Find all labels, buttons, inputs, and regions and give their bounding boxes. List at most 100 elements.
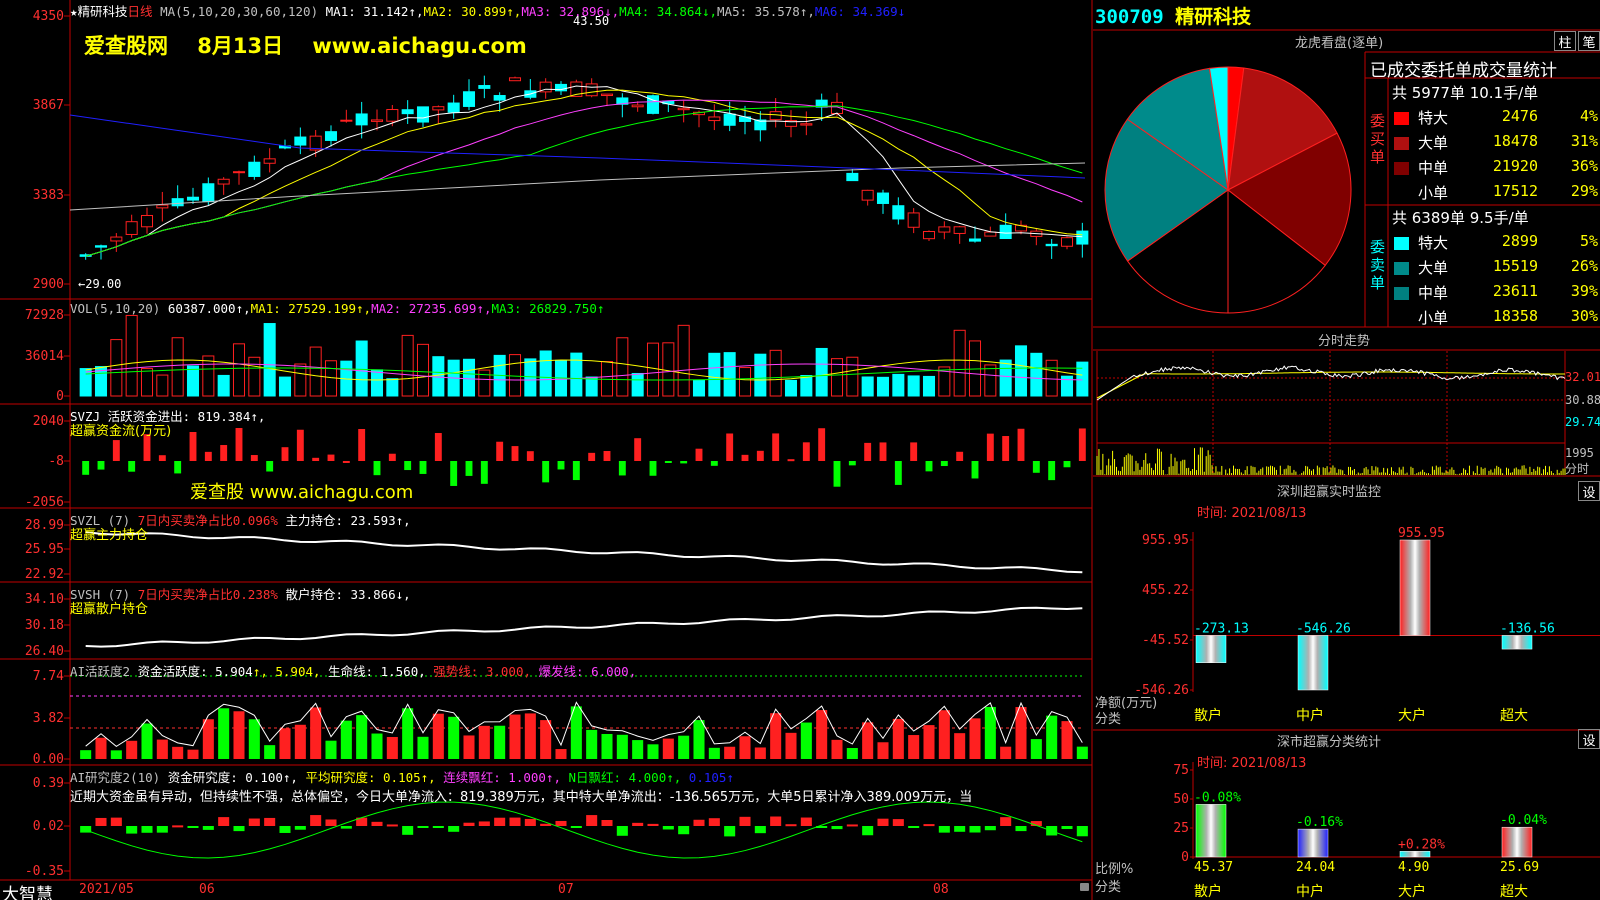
activity-bar	[954, 733, 966, 759]
lock-icon[interactable]	[1080, 883, 1089, 891]
research-bar	[494, 817, 506, 826]
candle-body	[324, 131, 338, 141]
monitor-category: 大户	[1398, 707, 1426, 724]
research-bar	[110, 817, 122, 826]
activity-bar	[831, 739, 843, 759]
activity-bar	[1061, 721, 1073, 759]
volume-bar	[1014, 345, 1028, 397]
volume-bar	[539, 350, 552, 397]
volume-bar	[1030, 352, 1043, 397]
research-bar	[156, 826, 168, 833]
lhb-row: 中单 23611 39%	[1392, 282, 1600, 304]
activity-bar	[846, 748, 858, 759]
fund-flow-bar	[710, 461, 718, 466]
candle-body	[1045, 243, 1058, 247]
volume-bar	[677, 324, 690, 397]
volume-bar	[370, 369, 384, 397]
ai2-comment: 近期大资金虽有异动，但持续性不强，总体偏空，今日大单净流入：819.389万元，…	[70, 790, 973, 805]
monitor-category: 中户	[1296, 707, 1324, 724]
activity-bar	[218, 708, 230, 759]
research-bar	[862, 826, 874, 836]
fund-flow-bar	[971, 461, 979, 479]
volume-bar	[953, 329, 966, 397]
volume-bar	[769, 349, 782, 397]
axis-tick-label: 72928	[25, 308, 64, 323]
activity-bar	[647, 744, 659, 759]
classify-settings-button[interactable]: 设	[1578, 729, 1600, 749]
research-bar	[402, 826, 414, 835]
axis-tick-label: 34.10	[25, 592, 64, 607]
activity-bar	[892, 718, 904, 759]
fund-flow-bar	[772, 433, 780, 461]
volume-bar	[1076, 361, 1089, 397]
research-bar	[785, 824, 797, 827]
legend-swatch	[1394, 187, 1409, 200]
kline-chart[interactable]: 4350 3867 3383 2900 72928 36014 0 2040 -8 -2056 28…	[0, 0, 1093, 900]
lhb-row-name: 中单	[1418, 159, 1449, 177]
volume-bar	[401, 334, 414, 397]
research-bar	[540, 823, 552, 826]
lhb-row-name: 特大	[1418, 234, 1449, 252]
monitor-settings-button[interactable]: 设	[1578, 481, 1600, 501]
activity-bar	[340, 720, 352, 759]
research-bar	[432, 826, 444, 828]
research-bar	[509, 817, 521, 826]
volume-bar	[416, 343, 430, 397]
legend-item: 7日内买卖净占比0.096%	[137, 513, 278, 528]
activity-bar	[678, 735, 690, 759]
volume-bar	[217, 374, 230, 397]
volume-bar	[278, 376, 292, 397]
fund-flow-bar	[404, 461, 412, 471]
volume-bar	[784, 379, 798, 397]
research-bar	[586, 815, 598, 826]
volume-bar	[263, 323, 276, 397]
candle-body	[861, 189, 874, 201]
candle-body	[186, 196, 200, 201]
activity-bar	[494, 725, 506, 759]
axis-tick-label: 25.95	[25, 542, 64, 557]
candle-body	[217, 178, 230, 185]
ai1-legend: AI活跃度2 资金活跃度: 5.904↑, 5.904, 生命线: 1.560,…	[70, 661, 636, 680]
fund-flow-bar	[879, 442, 887, 461]
lhb-row-percent: 29%	[1570, 182, 1598, 200]
volume-bar	[846, 356, 859, 397]
legend-item: MA3: 26829.750↑	[491, 301, 605, 316]
axis-tick-label: 0	[56, 389, 64, 404]
research-bar	[310, 815, 322, 826]
classify-bar-散户	[1195, 804, 1227, 858]
brand-label[interactable]: 大智慧	[2, 880, 53, 900]
tick-mode-button[interactable]: 笔	[1578, 31, 1600, 51]
fund-flow-bar	[818, 428, 826, 461]
lhb-row-volume: 2899	[1501, 232, 1538, 250]
volume-bar	[738, 367, 752, 397]
research-bar	[954, 826, 966, 832]
fund-flow-bar	[526, 451, 534, 461]
activity-bar	[938, 710, 950, 759]
lhb-row-percent: 4%	[1579, 107, 1598, 125]
activity-bar	[693, 720, 705, 759]
fenshi-title[interactable]: 分时走势	[1318, 330, 1370, 349]
monitor-value-label: -546.26	[1296, 621, 1351, 636]
research-bar	[386, 824, 398, 827]
candle-body	[294, 136, 307, 146]
classify-tick: 25	[1173, 821, 1189, 836]
monitor-title: 深圳超赢实时监控	[1277, 485, 1382, 500]
bar-mode-button[interactable]: 柱	[1554, 31, 1576, 51]
fund-flow-bar	[112, 440, 120, 461]
volume-bar	[355, 340, 368, 397]
monitor-value-label: -136.56	[1500, 621, 1555, 636]
activity-bar	[172, 746, 184, 759]
research-bar	[724, 826, 736, 837]
volume-bar	[631, 372, 644, 397]
activity-bar	[1030, 739, 1042, 759]
lhb-row: 小单 17512 29%	[1392, 182, 1600, 204]
fund-flow-bar	[250, 455, 258, 461]
volume-bar	[968, 340, 982, 397]
activity-bar	[984, 706, 996, 759]
monitor-value-label: -273.13	[1194, 621, 1249, 636]
fund-flow-bar	[128, 461, 136, 472]
activity-bar	[632, 740, 644, 759]
legend-item: MA2: 30.899↑,	[423, 4, 522, 19]
candle-body	[708, 116, 721, 122]
volume-bar	[723, 352, 736, 397]
